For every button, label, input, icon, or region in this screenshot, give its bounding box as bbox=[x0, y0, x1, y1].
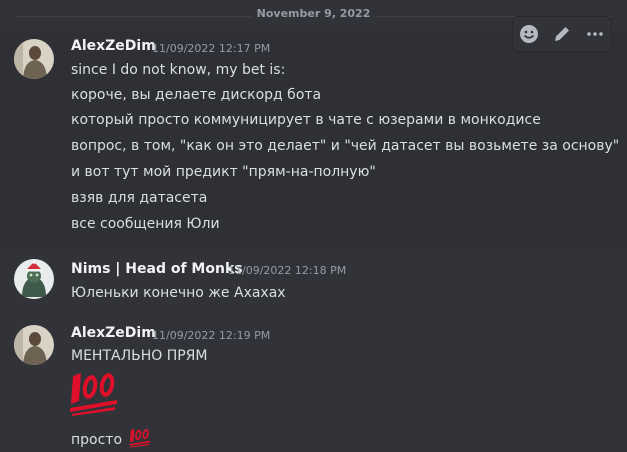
message-toolbar bbox=[512, 16, 612, 52]
hundred-points-emoji[interactable] bbox=[68, 371, 120, 421]
timestamp: 11/09/2022 12:17 PM bbox=[152, 42, 271, 55]
add-reaction-icon[interactable] bbox=[516, 21, 542, 47]
avatar[interactable] bbox=[14, 259, 54, 299]
author-name[interactable]: AlexZeDim bbox=[71, 325, 156, 341]
message-line: since I do not know, my bet is: bbox=[71, 62, 286, 78]
message-line: короче, вы делаете дискорд бота bbox=[71, 87, 322, 103]
avatar[interactable] bbox=[14, 325, 54, 365]
edit-icon[interactable] bbox=[549, 21, 575, 47]
date-divider-label: November 9, 2022 bbox=[250, 7, 377, 20]
author-name[interactable]: Nims | Head of Monks bbox=[71, 261, 243, 277]
timestamp: 11/09/2022 12:19 PM bbox=[152, 329, 271, 342]
timestamp: 11/09/2022 12:18 PM bbox=[228, 264, 347, 277]
message-line: вопрос, в том, "как он это делает" и "че… bbox=[71, 138, 620, 154]
author-name[interactable]: AlexZeDim bbox=[71, 38, 156, 54]
message-line: который просто коммуницирует в чате с юз… bbox=[71, 112, 541, 128]
message-line: все сообщения Юли bbox=[71, 216, 220, 232]
message-line: просто bbox=[71, 428, 152, 452]
message-line: и вот тут мой предикт "прям-на-полную" bbox=[71, 164, 376, 180]
more-icon[interactable] bbox=[582, 21, 608, 47]
message-line: взяв для датасета bbox=[71, 190, 208, 206]
hundred-points-emoji[interactable] bbox=[128, 428, 152, 452]
message-line: Юленьки конечно же Ахахах bbox=[71, 285, 286, 301]
avatar[interactable] bbox=[14, 39, 54, 79]
message-line: МЕНТАЛЬНО ПРЯМ bbox=[71, 348, 208, 364]
message-text: просто bbox=[71, 432, 123, 448]
